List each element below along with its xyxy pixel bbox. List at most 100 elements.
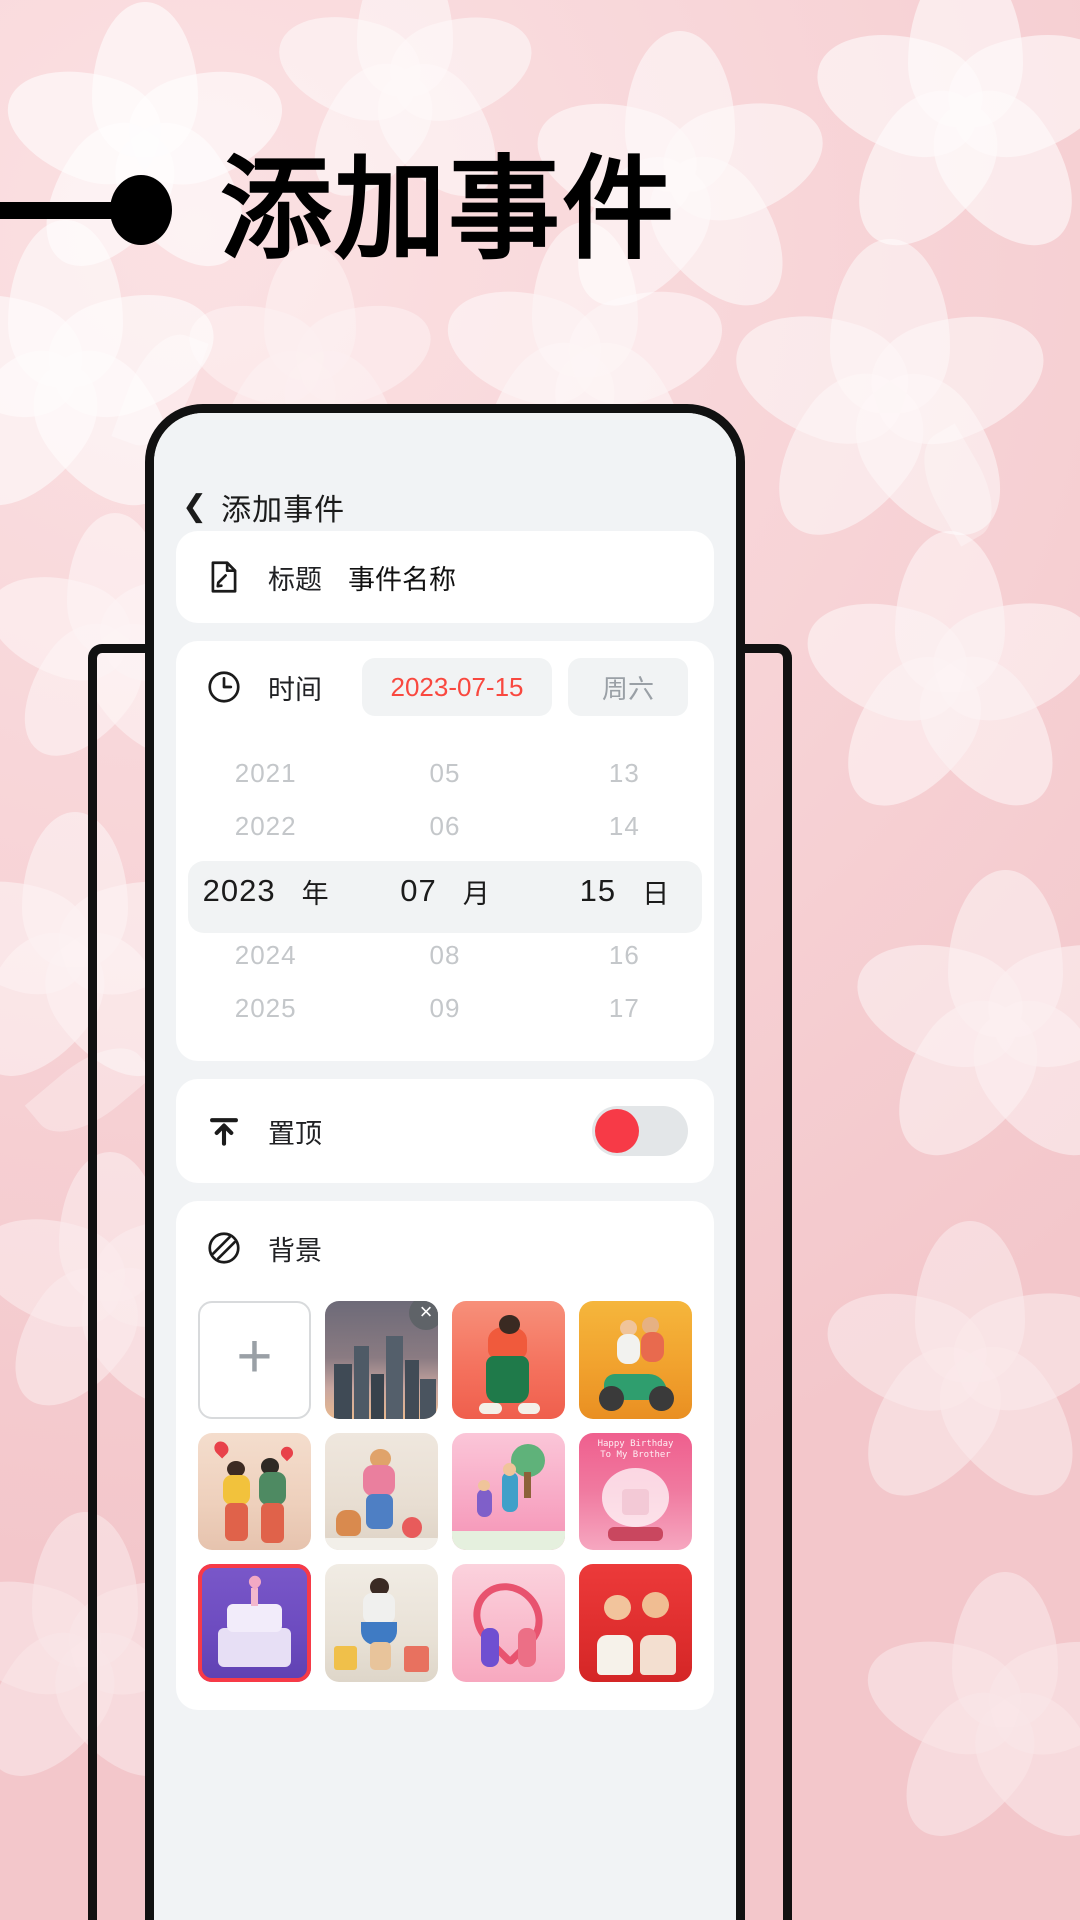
title-input[interactable]: 事件名称 <box>348 558 456 597</box>
figure-body <box>363 1465 396 1496</box>
scooter-wheel <box>649 1385 674 1412</box>
thumbnail-woman-shopping[interactable] <box>325 1564 438 1682</box>
picker-month-cell-selected[interactable]: 07 月 <box>355 872 534 911</box>
picker-year-value: 2023 <box>202 873 276 908</box>
pin-card: 置顶 <box>176 1079 714 1183</box>
thumbnail-city-skyline[interactable]: × <box>325 1301 438 1419</box>
poster-headline: 添加事件 <box>0 140 1080 280</box>
back-chevron-icon[interactable]: ❮ <box>182 492 207 522</box>
background-thumbnail-grid: + × Happy Birthday To My Brother <box>176 1295 714 1700</box>
picker-row[interactable]: 2024 08 16 <box>176 929 714 982</box>
picker-month-value: 08 <box>429 940 461 970</box>
picker-day-value: 15 <box>579 873 617 908</box>
ground-block <box>325 1538 438 1551</box>
picker-month-value: 05 <box>429 758 461 788</box>
picker-day-value: 14 <box>608 811 640 841</box>
thumbnail-woman-with-pets[interactable] <box>325 1432 438 1551</box>
cake-layer <box>218 1627 291 1668</box>
picker-year-cell[interactable]: 2021 <box>176 758 355 789</box>
weekday-value-pill[interactable]: 周六 <box>568 658 688 716</box>
figure-head <box>499 1315 520 1334</box>
date-picker-wheel[interactable]: 2021 05 13 2022 06 14 2023 年 07 月 15 日 2… <box>176 733 714 1061</box>
figure-left <box>481 1627 500 1668</box>
picker-year-value: 2025 <box>234 993 297 1023</box>
plus-icon: + <box>236 1321 273 1391</box>
thumbnail-heart-couple-pink[interactable] <box>452 1564 565 1682</box>
picker-day-cell[interactable]: 14 <box>535 811 714 842</box>
figure-legs <box>225 1503 248 1541</box>
figure-body <box>222 1474 250 1506</box>
picker-year-cell[interactable]: 2024 <box>176 940 355 971</box>
heart <box>211 1438 231 1459</box>
picker-year-cell[interactable]: 2025 <box>176 993 355 1024</box>
navbar: ❮ 添加事件 <box>154 413 736 531</box>
picker-day-value: 16 <box>608 940 640 970</box>
thumbnail-couple-with-hearts[interactable] <box>198 1432 311 1551</box>
sakura-blossom <box>791 530 1080 832</box>
tree-trunk <box>524 1472 532 1499</box>
picker-row[interactable]: 2022 06 14 <box>176 800 714 853</box>
heart <box>278 1443 296 1462</box>
picker-row-selected[interactable]: 2023 年 07 月 15 日 <box>176 853 714 929</box>
figure-adult <box>501 1472 518 1513</box>
document-edit-icon <box>202 555 246 599</box>
phone-wing-left <box>88 644 148 1920</box>
picker-day-cell[interactable]: 16 <box>535 940 714 971</box>
time-label: 时间 <box>268 674 322 705</box>
figure-body <box>640 1634 677 1675</box>
picker-day-value: 13 <box>608 758 640 788</box>
remove-thumbnail-icon[interactable]: × <box>409 1301 438 1330</box>
sakura-blossom <box>811 1220 1080 1522</box>
picker-day-cell[interactable]: 13 <box>535 758 714 789</box>
building <box>405 1359 419 1419</box>
thumbnail-add-background[interactable]: + <box>198 1301 311 1419</box>
page-title: 添加事件 <box>220 145 676 275</box>
ball <box>401 1517 423 1539</box>
picker-row[interactable]: 2021 05 13 <box>176 747 714 800</box>
picker-month-cell[interactable]: 06 <box>355 811 534 842</box>
headline-line-dot-decoration <box>0 175 172 245</box>
building <box>334 1364 353 1419</box>
pin-row: 置顶 <box>176 1079 714 1183</box>
picker-month-cell[interactable]: 08 <box>355 940 534 971</box>
pin-toggle-knob <box>595 1109 639 1153</box>
thumbnail-dancing-person-orange[interactable] <box>452 1301 565 1419</box>
heart-decoration <box>246 1573 264 1591</box>
figure-head <box>642 1592 670 1619</box>
building <box>354 1345 370 1419</box>
pet <box>336 1510 362 1536</box>
thumbnail-happy-couple-red[interactable] <box>579 1564 692 1682</box>
picker-year-value: 2021 <box>234 758 297 788</box>
thumbnail-family-park-walk[interactable] <box>452 1432 565 1551</box>
phone-mockup: ❮ 添加事件 标题 事件名称 时间 2023-07-15 周六 2021 05 … <box>145 404 745 1920</box>
picker-month-value: 09 <box>429 993 461 1023</box>
headline-dot <box>110 175 172 245</box>
figure-head <box>603 1594 631 1621</box>
sakura-blossom <box>840 870 1080 1183</box>
building <box>386 1336 403 1419</box>
thumbnail-scooter-couple[interactable] <box>579 1301 692 1419</box>
thumbnail-birthday-cake-purple[interactable] <box>198 1564 311 1682</box>
time-pills: 2023-07-15 周六 <box>362 658 688 716</box>
pin-toggle-switch[interactable] <box>592 1106 688 1156</box>
picker-year-cell-selected[interactable]: 2023 年 <box>176 872 355 911</box>
rider-body <box>641 1331 664 1363</box>
figure-body <box>363 1593 396 1624</box>
picker-month-cell[interactable]: 05 <box>355 758 534 789</box>
shopping-bag <box>404 1646 429 1673</box>
thumbnail-birthday-snowglobe[interactable]: Happy Birthday To My Brother <box>579 1432 692 1551</box>
picker-day-cell[interactable]: 17 <box>535 993 714 1024</box>
title-row[interactable]: 标题 事件名称 <box>176 531 714 623</box>
pin-label: 置顶 <box>268 1118 322 1149</box>
background-header: 背景 <box>176 1201 714 1295</box>
picker-month-cell[interactable]: 09 <box>355 993 534 1024</box>
picker-year-cell[interactable]: 2022 <box>176 811 355 842</box>
picker-row[interactable]: 2025 09 17 <box>176 982 714 1035</box>
picker-day-cell-selected[interactable]: 15 日 <box>535 872 714 911</box>
picker-day-unit: 日 <box>642 878 670 909</box>
figure-body <box>259 1472 287 1506</box>
phone-screen: ❮ 添加事件 标题 事件名称 时间 2023-07-15 周六 2021 05 … <box>154 413 736 1920</box>
thumbnail-caption: Happy Birthday To My Brother <box>597 1438 674 1460</box>
navbar-title: 添加事件 <box>221 494 346 527</box>
date-value-pill[interactable]: 2023-07-15 <box>362 658 552 716</box>
